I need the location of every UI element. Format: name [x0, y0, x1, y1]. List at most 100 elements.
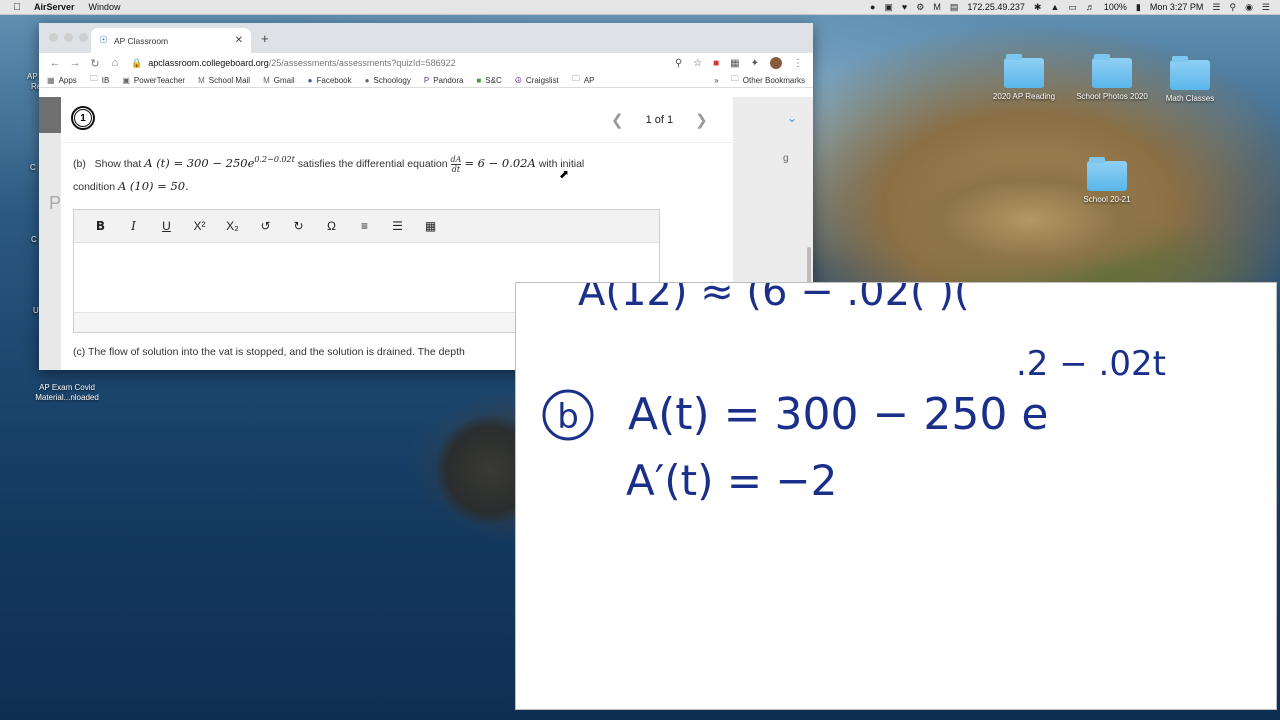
- minimize-window-button[interactable]: [64, 33, 73, 42]
- sync-icon[interactable]: ⚙: [916, 2, 924, 13]
- status-area: ● ▣ ♥ ⚙ M ▤ 172.25.49.237 ✱ ▲ ▭ ♬ 100% ▮…: [870, 2, 1280, 13]
- bookmarks-more-button[interactable]: »: [714, 76, 718, 85]
- record-icon[interactable]: ●: [870, 2, 875, 12]
- zoom-page-icon[interactable]: ⚲: [675, 58, 682, 69]
- question-number-badge[interactable]: 1: [71, 106, 95, 130]
- left-panel-header: [39, 97, 61, 133]
- app-menu[interactable]: AirServer: [34, 2, 75, 12]
- bookmark-powerteacher[interactable]: ▣ PowerTeacher: [122, 76, 185, 85]
- address-bar[interactable]: 🔒 apclassroom.collegeboard.org/25/assess…: [131, 58, 675, 69]
- numbered-list-icon[interactable]: ☰: [381, 219, 414, 233]
- bookmark-ap[interactable]: 🗀 AP: [572, 73, 595, 87]
- whiteboard-overlay[interactable]: A(12) ≈ (6 − .02( )( .2 − .02t b A(t) = …: [515, 282, 1277, 710]
- battery-percent: 100%: [1103, 2, 1127, 12]
- browser-menu-icon[interactable]: ⋮: [793, 58, 803, 69]
- forward-icon[interactable]: →: [65, 57, 85, 69]
- bookmark-apps[interactable]: ▦ Apps: [47, 76, 77, 85]
- part-b-text: condition: [73, 180, 116, 193]
- underline-button[interactable]: U: [150, 219, 183, 233]
- superscript-button[interactable]: X²: [183, 219, 216, 233]
- toolbar-icons: ⚲ ☆ ■ ▦ ✦ ⋮: [675, 57, 807, 69]
- bookmark-school-mail[interactable]: M School Mail: [198, 76, 250, 85]
- bookmark-star-icon[interactable]: ☆: [693, 58, 702, 69]
- wallpaper-cliff: [800, 110, 1280, 300]
- differential-equation-rhs: = 6 − 0.02A: [464, 155, 536, 170]
- reload-icon[interactable]: ↻: [85, 57, 105, 70]
- subscript-button[interactable]: X₂: [216, 219, 249, 233]
- extension-badge-icon[interactable]: ■: [713, 58, 719, 69]
- bookmark-facebook[interactable]: ● Facebook: [308, 76, 352, 85]
- bookmark-ib[interactable]: 🗀 IB: [90, 73, 110, 87]
- insert-image-icon[interactable]: ▦: [414, 219, 447, 233]
- wifi-icon[interactable]: ▲: [1050, 2, 1059, 12]
- desktop-folder-school-photos[interactable]: School Photos 2020: [1069, 54, 1155, 102]
- pandora-icon: P: [423, 75, 430, 85]
- control-center-icon[interactable]: ☰: [1212, 2, 1220, 13]
- zoom-icon[interactable]: ▣: [884, 2, 893, 13]
- clock[interactable]: Mon 3:27 PM: [1150, 2, 1204, 12]
- bookmark-gmail[interactable]: M Gmail: [263, 76, 295, 85]
- bookmark-craigslist[interactable]: ☮ Craigslist: [515, 76, 559, 85]
- bulleted-list-icon[interactable]: ≡: [348, 219, 381, 233]
- close-tab-icon[interactable]: ✕: [235, 35, 243, 46]
- scrollbar-thumb[interactable]: [807, 247, 811, 287]
- network-icon[interactable]: ▤: [950, 2, 959, 13]
- italic-button[interactable]: I: [117, 219, 150, 233]
- redo-icon[interactable]: ↻: [282, 219, 315, 233]
- pager-text: 1 of 1: [645, 114, 674, 126]
- whiteboard-canvas: A(12) ≈ (6 − .02( )( .2 − .02t b A(t) = …: [542, 283, 1166, 505]
- malwarebytes-icon[interactable]: M: [933, 2, 941, 12]
- window-menu[interactable]: Window: [89, 2, 121, 12]
- home-icon[interactable]: ⌂: [105, 57, 125, 69]
- extensions-puzzle-icon[interactable]: ✦: [751, 58, 759, 69]
- shield-icon[interactable]: ♥: [902, 2, 907, 12]
- zoom-window-button[interactable]: [79, 33, 88, 42]
- desktop-label-fragment: AP: [27, 72, 38, 81]
- browser-toolbar: ← → ↻ ⌂ 🔒 apclassroom.collegeboard.org/2…: [39, 53, 813, 73]
- desktop-file-ap-exam-covid[interactable]: AP Exam Covid Material...nloaded: [24, 383, 110, 403]
- undo-icon[interactable]: ↺: [249, 219, 282, 233]
- handwriting-equation-1: A(t) = 300 − 250 e: [628, 389, 1048, 440]
- other-bookmarks[interactable]: 🗀 Other Bookmarks: [731, 73, 805, 87]
- powerteacher-icon: ▣: [122, 75, 130, 85]
- next-question-icon[interactable]: ❯: [695, 111, 708, 129]
- question-header: 1 ❮ 1 of 1 ❯: [61, 97, 733, 143]
- airplay-icon[interactable]: ▭: [1068, 2, 1077, 13]
- prev-question-icon[interactable]: ❮: [611, 111, 624, 129]
- new-tab-icon[interactable]: +: [261, 31, 269, 46]
- close-window-button[interactable]: [49, 33, 58, 42]
- desktop-folder-school-20-21[interactable]: School 20-21: [1064, 157, 1150, 205]
- chevron-down-icon[interactable]: ⌄: [787, 111, 797, 125]
- volume-icon[interactable]: ♬: [1086, 2, 1095, 12]
- grid-extension-icon[interactable]: ▦: [730, 58, 739, 69]
- battery-icon[interactable]: ▮: [1136, 2, 1141, 13]
- question-part-c: (c) The flow of solution into the vat is…: [73, 346, 465, 358]
- bookmark-pandora[interactable]: P Pandora: [424, 76, 464, 85]
- folder-icon: 🗀: [571, 74, 580, 83]
- profile-avatar[interactable]: [770, 57, 782, 69]
- sc-icon: ■: [476, 75, 482, 85]
- desktop-label-fragment: U: [33, 306, 39, 315]
- desktop-folder-ap-reading[interactable]: 2020 AP Reading: [981, 54, 1067, 102]
- spotlight-search-icon[interactable]: ⚲: [1229, 2, 1236, 13]
- tab-ap-classroom[interactable]: ☉ AP Classroom ✕: [91, 28, 251, 53]
- bold-button[interactable]: B: [84, 219, 117, 233]
- siri-icon[interactable]: ◉: [1245, 2, 1253, 13]
- bookmark-s-and-c[interactable]: ■ S&C: [476, 76, 501, 85]
- url-host: apclassroom.collegeboard.org: [148, 58, 269, 68]
- lock-icon[interactable]: 🔒: [131, 58, 142, 69]
- bluetooth-icon[interactable]: ✱: [1034, 2, 1042, 13]
- bookmarks-bar: ▦ Apps 🗀 IB ▣ PowerTeacher M School Mail M Gm…: [39, 73, 813, 88]
- menu-bar:  AirServer Window ● ▣ ♥ ⚙ M ▤ 172.25.49…: [0, 0, 1280, 15]
- ip-address: 172.25.49.237: [967, 2, 1025, 12]
- part-b-label: (b): [73, 157, 86, 170]
- special-character-button[interactable]: Ω: [315, 219, 348, 233]
- desktop-folder-math-classes[interactable]: Math Classes: [1147, 56, 1233, 104]
- desktop-label-fragment: C: [31, 235, 37, 244]
- notification-center-icon[interactable]: ☰: [1262, 2, 1270, 13]
- bookmark-schoology[interactable]: ● Schoology: [365, 76, 411, 85]
- back-icon[interactable]: ←: [45, 57, 65, 69]
- apple-icon[interactable]: : [0, 2, 34, 13]
- peace-icon: ☮: [514, 75, 522, 85]
- mouse-cursor-icon: ⬈: [559, 167, 570, 181]
